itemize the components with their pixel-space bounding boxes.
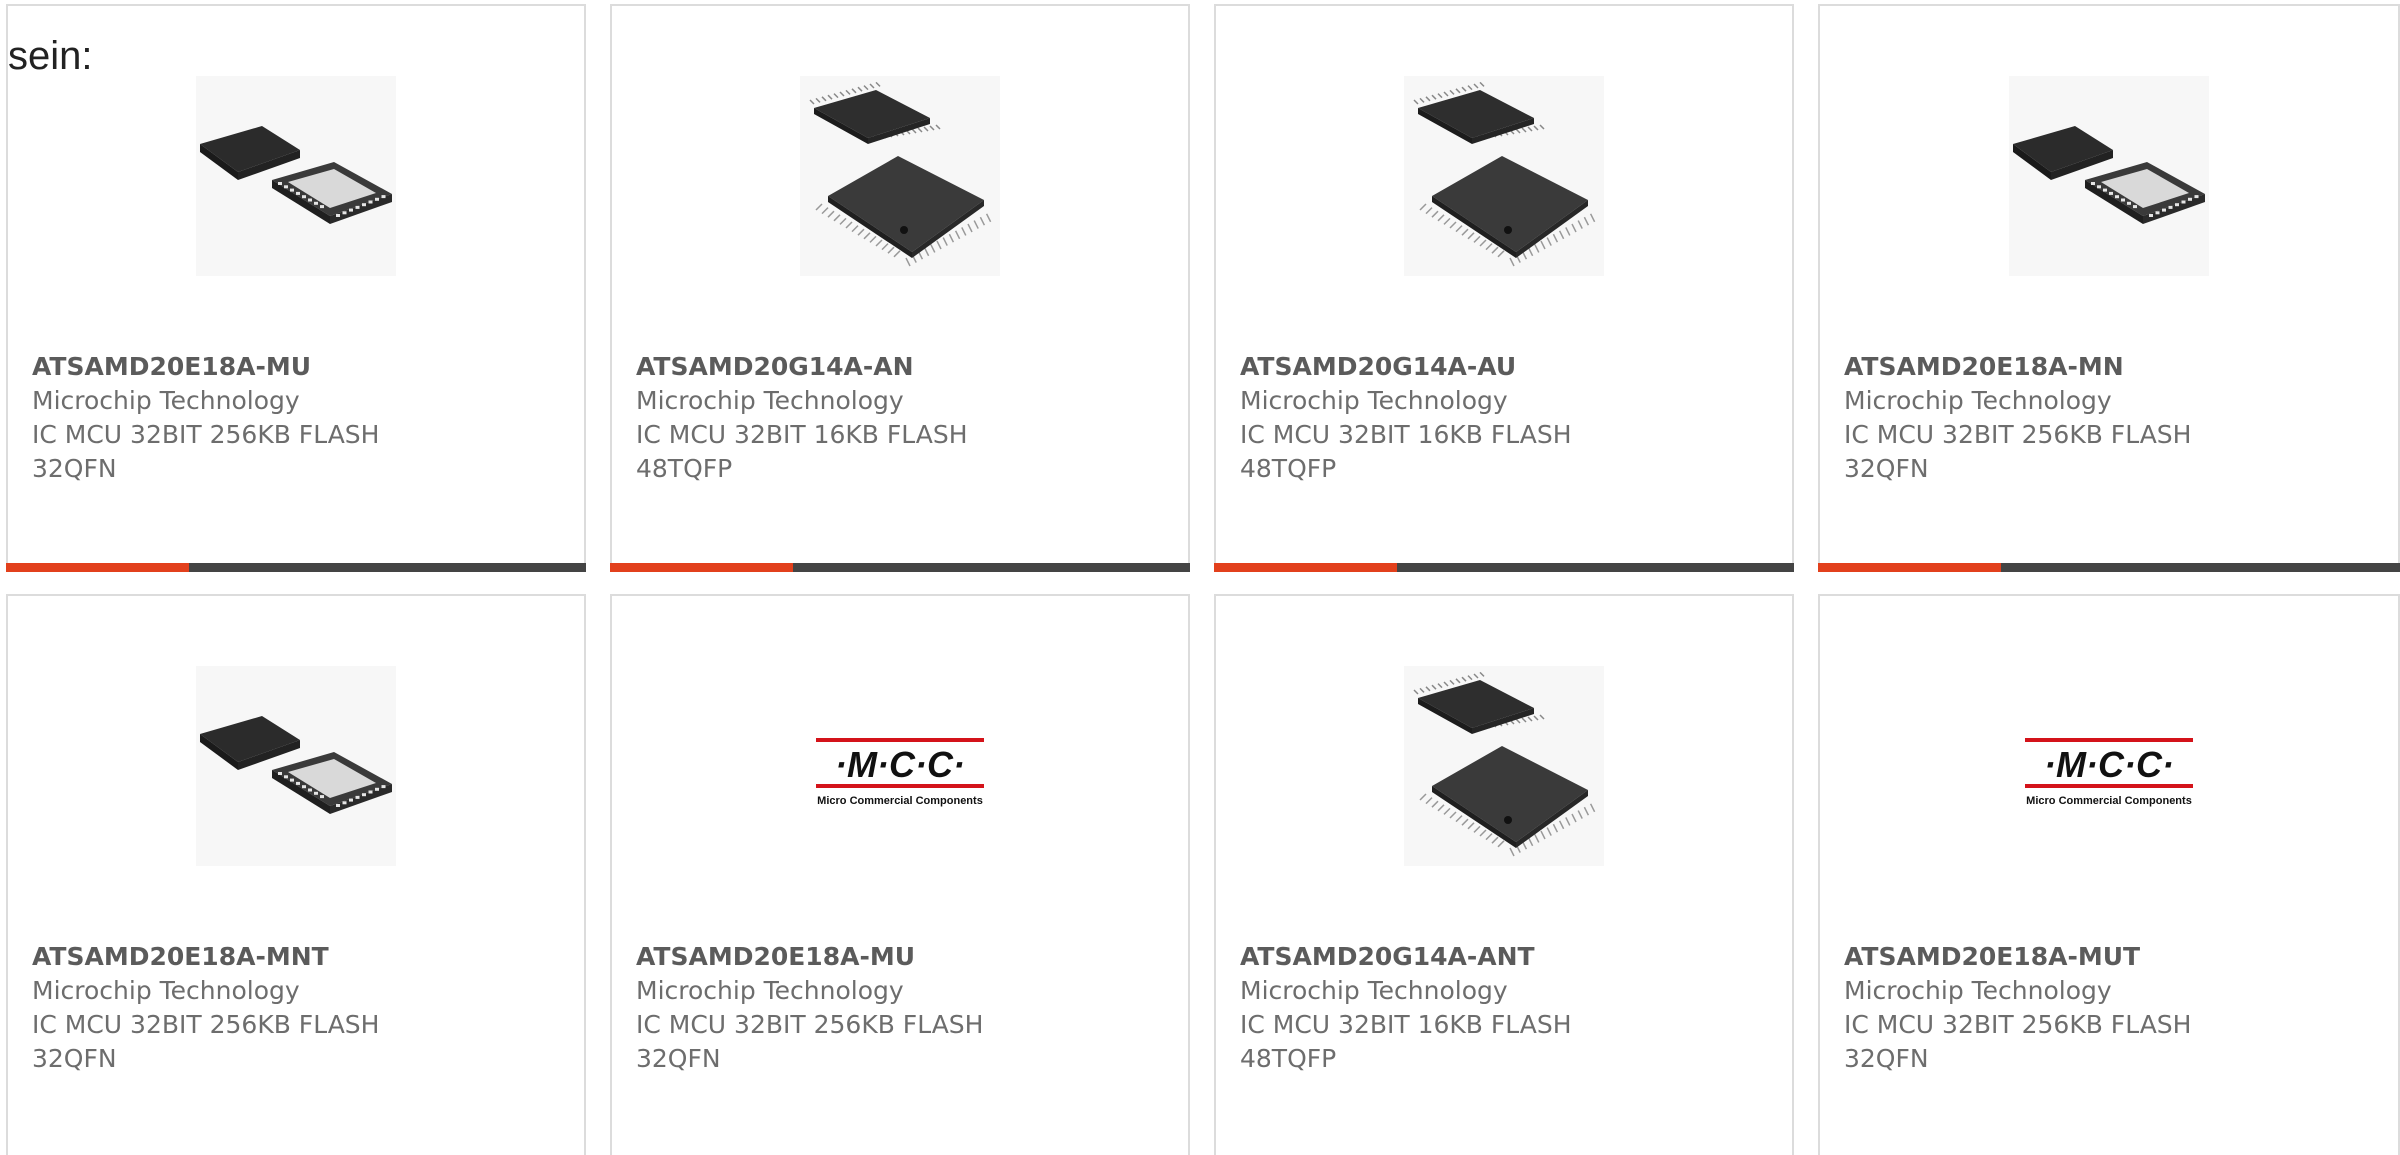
- svg-text:Micro Commercial Components: Micro Commercial Components: [2026, 795, 2192, 807]
- description-line-1: IC MCU 32BIT 256KB FLASH: [32, 1010, 380, 1039]
- part-number: ATSAMD20G14A-AU: [1240, 352, 1517, 381]
- part-number: ATSAMD20E18A-MN: [1844, 352, 2124, 381]
- manufacturer: Microchip Technology: [636, 386, 904, 415]
- product-card[interactable]: ·M·C·C· Micro Commercial Components ATSA…: [610, 594, 1190, 1155]
- description-line-1: IC MCU 32BIT 16KB FLASH: [1240, 1010, 1572, 1039]
- product-card[interactable]: ATSAMD20E18A-MU Microchip Technology IC …: [6, 4, 586, 572]
- qfn-chip-icon: [196, 76, 396, 276]
- card-accent-bar: [6, 563, 189, 572]
- description-line-1: IC MCU 32BIT 256KB FLASH: [636, 1010, 984, 1039]
- description-line-2: 48TQFP: [1240, 1044, 1337, 1073]
- description-line-1: IC MCU 32BIT 256KB FLASH: [1844, 1010, 2192, 1039]
- intro-text: sein:: [8, 34, 93, 78]
- tqfp-chip-icon: [800, 76, 1000, 276]
- manufacturer: Microchip Technology: [636, 976, 904, 1005]
- part-number: ATSAMD20G14A-ANT: [1240, 942, 1535, 971]
- product-card[interactable]: ATSAMD20G14A-AN Microchip Technology IC …: [610, 4, 1190, 572]
- card-bottom-bar: [610, 563, 1190, 572]
- svg-text:·M·C·C·: ·M·C·C·: [835, 744, 965, 785]
- part-number: ATSAMD20E18A-MU: [32, 352, 312, 381]
- description-line-1: IC MCU 32BIT 16KB FLASH: [636, 420, 968, 449]
- manufacturer: Microchip Technology: [32, 976, 300, 1005]
- mcc-logo: ·M·C·C· Micro Commercial Components: [2009, 666, 2209, 866]
- description-line-2: 48TQFP: [636, 454, 733, 483]
- manufacturer: Microchip Technology: [32, 386, 300, 415]
- description-line-2: 32QFN: [1844, 1044, 1929, 1073]
- qfn-chip-icon: [2009, 76, 2209, 276]
- card-bottom-bar: [1214, 563, 1794, 572]
- card-accent-bar: [1818, 563, 2001, 572]
- card-accent-bar: [1214, 563, 1397, 572]
- product-card[interactable]: ATSAMD20E18A-MN Microchip Technology IC …: [1818, 4, 2400, 572]
- description-line-2: 32QFN: [32, 1044, 117, 1073]
- description-line-2: 32QFN: [636, 1044, 721, 1073]
- description-line-2: 32QFN: [1844, 454, 1929, 483]
- svg-text:·M·C·C·: ·M·C·C·: [2044, 744, 2174, 785]
- part-number: ATSAMD20E18A-MU: [636, 942, 916, 971]
- card-bottom-bar: [1818, 563, 2400, 572]
- product-card[interactable]: ATSAMD20G14A-AU Microchip Technology IC …: [1214, 4, 1794, 572]
- manufacturer: Microchip Technology: [1240, 976, 1508, 1005]
- part-number: ATSAMD20G14A-AN: [636, 352, 914, 381]
- svg-text:Micro Commercial Components: Micro Commercial Components: [817, 795, 983, 807]
- part-number: ATSAMD20E18A-MNT: [32, 942, 329, 971]
- product-card[interactable]: ATSAMD20E18A-MNT Microchip Technology IC…: [6, 594, 586, 1155]
- card-bottom-bar: [6, 563, 586, 572]
- manufacturer: Microchip Technology: [1240, 386, 1508, 415]
- description-line-2: 48TQFP: [1240, 454, 1337, 483]
- manufacturer: Microchip Technology: [1844, 386, 2112, 415]
- description-line-1: IC MCU 32BIT 256KB FLASH: [1844, 420, 2192, 449]
- tqfp-chip-icon: [1404, 76, 1604, 276]
- description-line-1: IC MCU 32BIT 16KB FLASH: [1240, 420, 1572, 449]
- card-accent-bar: [610, 563, 793, 572]
- product-card[interactable]: ·M·C·C· Micro Commercial Components ATSA…: [1818, 594, 2400, 1155]
- manufacturer: Microchip Technology: [1844, 976, 2112, 1005]
- qfn-chip-icon: [196, 666, 396, 866]
- tqfp-chip-icon: [1404, 666, 1604, 866]
- product-grid-page: sein: ATSAMD20E18A-MU Microchip Technolo…: [0, 0, 2400, 1155]
- product-card[interactable]: ATSAMD20G14A-ANT Microchip Technology IC…: [1214, 594, 1794, 1155]
- description-line-2: 32QFN: [32, 454, 117, 483]
- mcc-logo: ·M·C·C· Micro Commercial Components: [800, 666, 1000, 866]
- part-number: ATSAMD20E18A-MUT: [1844, 942, 2141, 971]
- description-line-1: IC MCU 32BIT 256KB FLASH: [32, 420, 380, 449]
